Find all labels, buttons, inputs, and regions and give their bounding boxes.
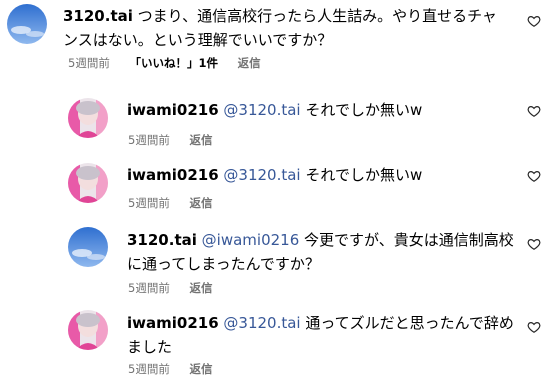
timestamp: 5週間前	[68, 56, 110, 70]
comment-meta: 5週間前 返信	[128, 361, 228, 377]
reply-button[interactable]: 返信	[189, 133, 212, 147]
mention-link[interactable]: @iwami0216	[202, 231, 300, 249]
timestamp: 5週間前	[128, 362, 170, 376]
likes-count[interactable]: 「いいね！」1件	[129, 56, 218, 70]
avatar[interactable]	[68, 310, 108, 350]
username[interactable]: iwami0216	[127, 101, 219, 119]
heart-outline-icon[interactable]	[527, 14, 541, 28]
reply-text: 3120.tai @iwami0216 今更ですが、貴女は通信制高校 に通ってし…	[127, 228, 527, 276]
reply-text: iwami0216 @3120.tai それでしか無いw	[127, 163, 527, 187]
reply-button[interactable]: 返信	[189, 362, 212, 376]
timestamp: 5週間前	[128, 133, 170, 147]
comment-text: 3120.tai つまり、通信高校行ったら人生詰み。やり直せるチャ ンスはない。…	[63, 4, 523, 52]
heart-outline-icon[interactable]	[527, 320, 541, 334]
reply-button[interactable]: 返信	[189, 281, 212, 295]
comment-meta: 5週間前 返信	[128, 280, 228, 296]
comment-line-1: 今更ですが、貴女は通信制高校	[304, 231, 514, 249]
comment-line-2: ました	[127, 338, 173, 356]
comment-line-2: に通ってしまったんですか？	[127, 255, 320, 273]
comment-line-1: それでしか無いw	[305, 166, 423, 184]
reply-text: iwami0216 @3120.tai それでしか無いw	[127, 98, 527, 122]
comment-line-1: つまり、通信高校行ったら人生詰み。やり直せるチャ	[137, 7, 497, 25]
comment-meta: 5週間前 返信	[128, 195, 228, 211]
heart-outline-icon[interactable]	[527, 104, 541, 118]
reply-button[interactable]: 返信	[238, 56, 261, 70]
heart-outline-icon[interactable]	[527, 169, 541, 183]
timestamp: 5週間前	[128, 196, 170, 210]
avatar[interactable]	[7, 4, 47, 44]
mention-link[interactable]: @3120.tai	[223, 166, 300, 184]
avatar[interactable]	[68, 227, 108, 267]
avatar[interactable]	[68, 98, 108, 138]
comment-line-1: 通ってズルだと思ったんで辞め	[305, 314, 514, 332]
mention-link[interactable]: @3120.tai	[223, 314, 300, 332]
username[interactable]: 3120.tai	[63, 7, 133, 25]
reply-text: iwami0216 @3120.tai 通ってズルだと思ったんで辞め ました	[127, 311, 527, 359]
comment-meta: 5週間前 返信	[128, 132, 228, 148]
reply-button[interactable]: 返信	[189, 196, 212, 210]
username[interactable]: iwami0216	[127, 166, 219, 184]
timestamp: 5週間前	[128, 281, 170, 295]
comment-line-2: ンスはない。という理解でいいですか？	[63, 31, 333, 49]
heart-outline-icon[interactable]	[527, 237, 541, 251]
username[interactable]: 3120.tai	[127, 231, 197, 249]
mention-link[interactable]: @3120.tai	[223, 101, 300, 119]
comment-meta: 5週間前 「いいね！」1件 返信	[68, 55, 277, 71]
avatar[interactable]	[68, 163, 108, 203]
username[interactable]: iwami0216	[127, 314, 219, 332]
comment-line-1: それでしか無いw	[305, 101, 423, 119]
